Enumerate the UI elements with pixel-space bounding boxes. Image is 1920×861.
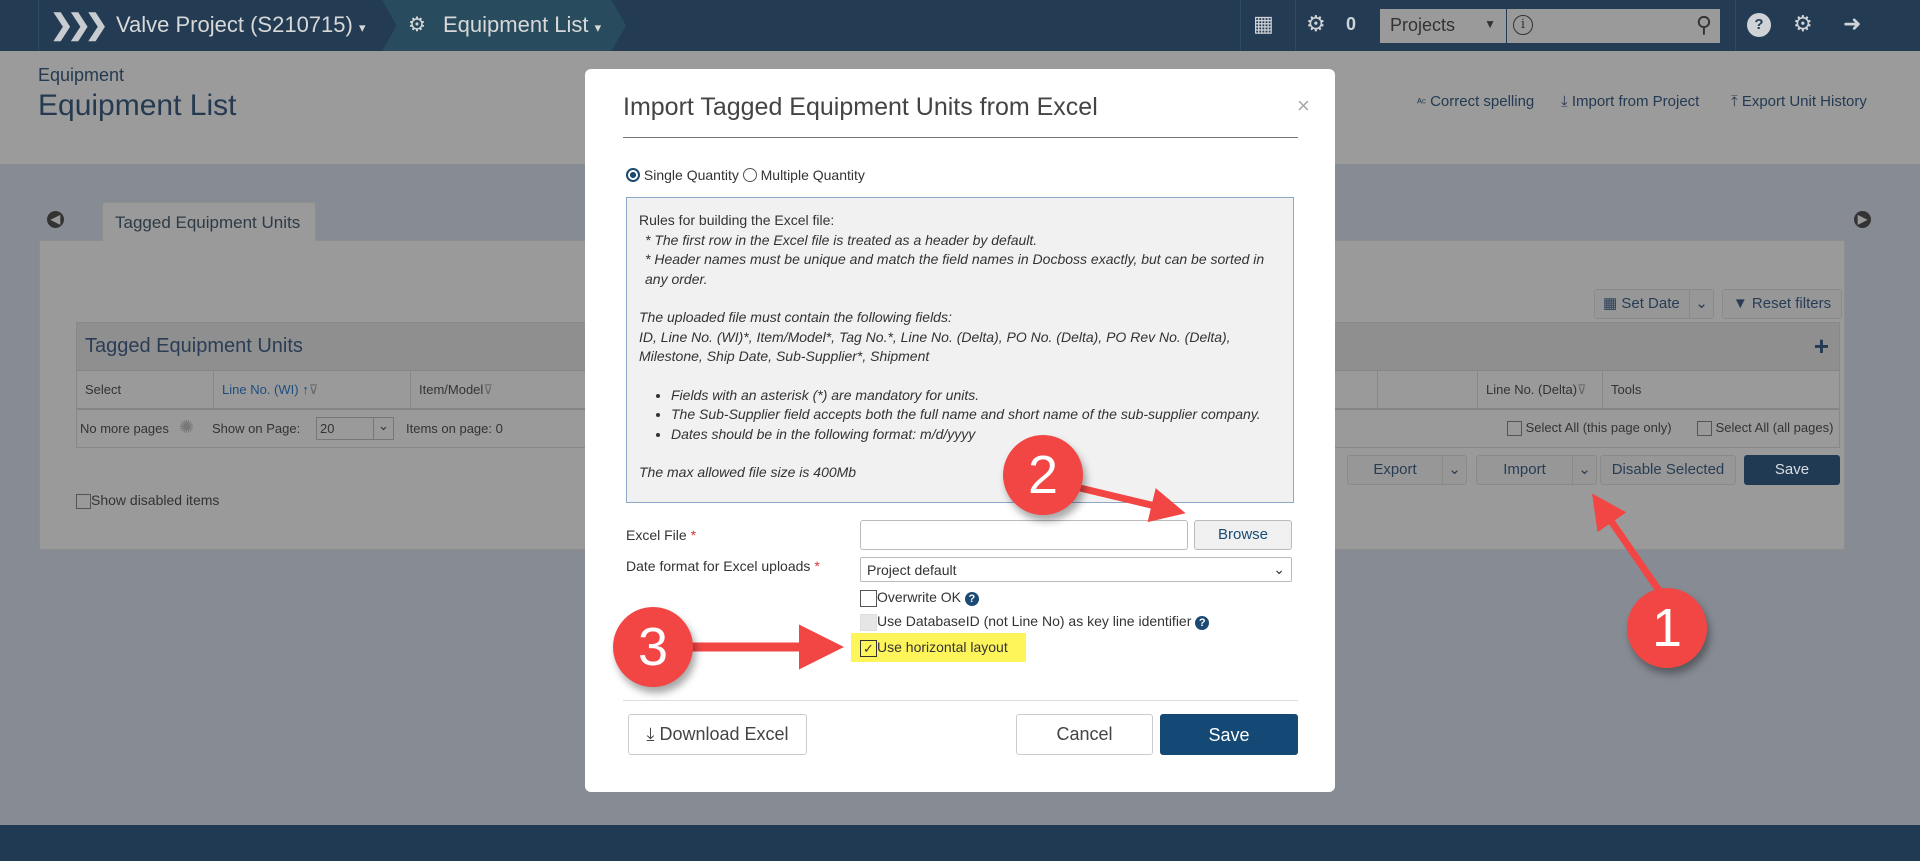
- arrow-2: [1079, 484, 1186, 523]
- arrow-1: [1592, 493, 1663, 594]
- annotation-arrows: [690, 484, 1663, 670]
- annotation-badge-2: 2: [1003, 435, 1083, 515]
- annotation-badge-3: 3: [613, 607, 693, 687]
- annotation-badge-1: 1: [1627, 588, 1707, 668]
